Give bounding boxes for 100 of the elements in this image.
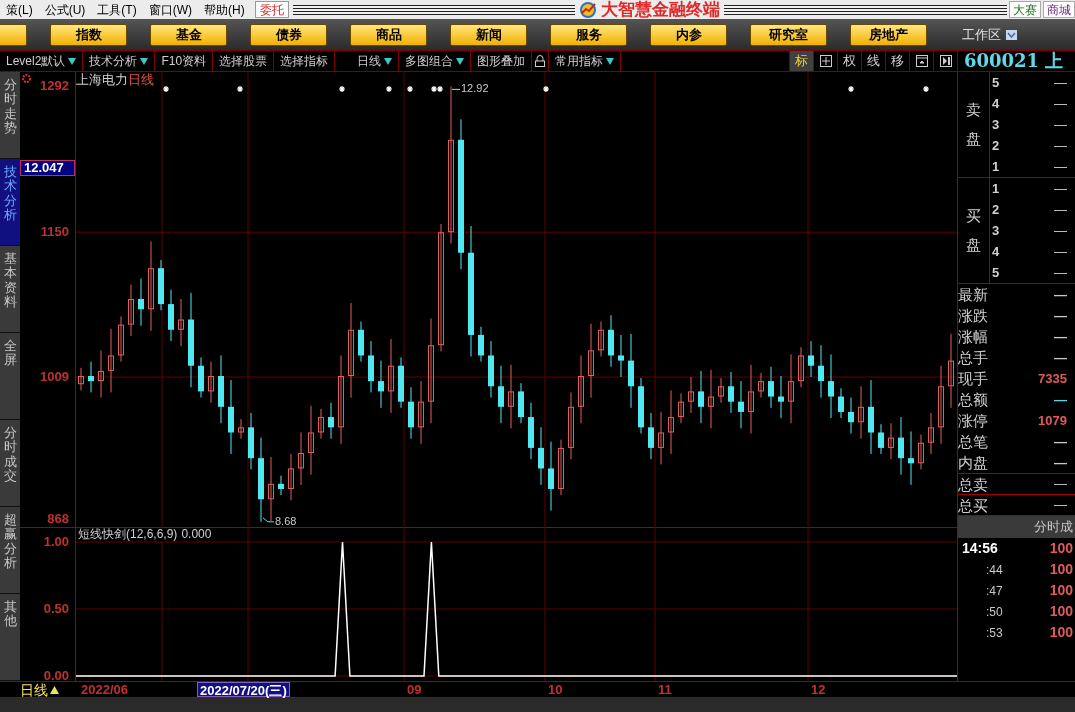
nav-button[interactable]: 基金 xyxy=(150,23,227,46)
candle xyxy=(88,361,94,393)
candle xyxy=(538,426,544,486)
candle xyxy=(208,361,214,404)
candle xyxy=(838,387,844,419)
toolbar-menu[interactable]: 图形叠加 xyxy=(471,51,533,71)
order-value: — xyxy=(1054,76,1067,89)
side-tab[interactable]: 基本资料 xyxy=(0,246,20,333)
candle xyxy=(268,456,274,522)
skip-end-icon xyxy=(939,55,952,67)
leader-line xyxy=(262,517,275,523)
stat-value: — xyxy=(1054,475,1067,494)
lock-icon[interactable] xyxy=(535,55,546,67)
chart-tool-button[interactable]: 标 xyxy=(789,51,813,71)
side-tab[interactable]: 分时成交 xyxy=(0,420,20,507)
candle xyxy=(748,364,754,434)
menu-item[interactable]: 策(L) xyxy=(0,0,39,19)
axis-label: 1.00 xyxy=(43,535,69,548)
candle xyxy=(688,376,694,414)
tick-time: :47 xyxy=(985,582,1003,600)
candle xyxy=(908,430,914,486)
axis-label: 868 xyxy=(47,512,69,525)
candle xyxy=(138,277,144,327)
nav-button[interactable]: 研究室 xyxy=(750,23,827,46)
trade-button[interactable]: 委托 xyxy=(254,1,289,18)
dropdown-icon[interactable] xyxy=(1006,29,1017,40)
dropdown-icon xyxy=(68,57,77,65)
candle xyxy=(128,284,134,337)
toolbar-menu[interactable]: F10资料 xyxy=(155,51,214,71)
candle xyxy=(238,418,244,440)
date-label: 11 xyxy=(657,682,672,697)
candle xyxy=(648,412,654,460)
order-value: — xyxy=(1054,182,1067,195)
nav-button[interactable]: 服务 xyxy=(550,23,627,46)
settings-icon[interactable] xyxy=(22,74,31,83)
candle xyxy=(178,298,184,347)
axis-label: 1009 xyxy=(40,370,69,383)
order-level: 1 xyxy=(992,160,1000,173)
nav-button[interactable]: 商品 xyxy=(350,23,427,46)
date-label: 12 xyxy=(810,682,826,697)
triangle-icon[interactable] xyxy=(50,685,59,694)
nav-button[interactable]: 新闻 xyxy=(450,23,527,46)
candle xyxy=(798,346,804,388)
menu-item[interactable]: 帮助(H) xyxy=(198,0,251,19)
candle xyxy=(198,357,204,399)
menu-item[interactable]: 工具(T) xyxy=(91,0,143,19)
toolbar-menu[interactable]: 常用指标 xyxy=(549,51,622,71)
side-tab[interactable]: 其他 xyxy=(0,594,20,681)
indicator-params: (12,6,6,9) xyxy=(126,528,178,541)
stat-label: 总卖 xyxy=(958,476,988,492)
candle xyxy=(488,340,494,399)
candle xyxy=(708,369,714,429)
stat-label: 涨停 xyxy=(958,413,988,428)
candle xyxy=(808,340,814,378)
side-tab[interactable]: 技术分析 xyxy=(0,159,20,246)
candle xyxy=(548,441,554,512)
candle xyxy=(518,382,524,424)
side-tab[interactable]: 全屏 xyxy=(0,333,20,420)
side-tab[interactable]: 超赢分析 xyxy=(0,507,20,594)
period-label[interactable]: 日线 xyxy=(20,682,48,697)
toolbar-menu[interactable]: 选择股票 xyxy=(213,51,275,71)
stat-label: 总笔 xyxy=(958,434,988,449)
axis-label: 1292 xyxy=(40,79,69,93)
toolbar-menu[interactable]: 日线 xyxy=(335,51,400,71)
header-button[interactable]: 商城 xyxy=(1043,1,1075,18)
nav-button[interactable]: 债券 xyxy=(250,23,327,46)
indicator-value: 0.000 xyxy=(181,528,212,541)
toolbar-menu[interactable]: Level2默认 xyxy=(0,51,84,71)
header-button[interactable]: 大赛 xyxy=(1009,1,1041,18)
dropdown-icon xyxy=(456,57,465,65)
order-value: — xyxy=(1054,118,1067,131)
menu-item[interactable]: 公式(U) xyxy=(38,0,92,19)
nav-button[interactable]: 内参 xyxy=(650,23,727,46)
signal-icon xyxy=(385,85,393,93)
toolbar-menu[interactable]: 多图组合 xyxy=(399,51,472,71)
signal-icon xyxy=(406,85,414,93)
stat-value: — xyxy=(1054,390,1067,409)
toolbar-menu[interactable]: 技术分析 xyxy=(83,51,156,71)
candle xyxy=(158,259,164,311)
chart-tool-button[interactable]: 权 xyxy=(837,51,861,71)
candle xyxy=(918,434,924,470)
stat-label: 总额 xyxy=(958,392,988,407)
candle xyxy=(888,422,894,460)
candle xyxy=(318,408,324,440)
chart-tool-button[interactable]: 线 xyxy=(861,51,885,71)
toolbar-menu[interactable]: 选择指标 xyxy=(274,51,336,71)
high-label: 12.92 xyxy=(461,83,489,95)
nav-button[interactable]: 房地产 xyxy=(850,23,927,46)
chart-title: 上海电力 xyxy=(76,72,128,88)
order-level: 3 xyxy=(992,224,1000,237)
tick-price: 100 xyxy=(1049,560,1073,579)
menu-item[interactable]: 窗口(W) xyxy=(142,0,198,19)
side-tab[interactable]: 分时走势 xyxy=(0,72,20,159)
panel-icon xyxy=(915,55,928,67)
chart-tool-button[interactable]: 移 xyxy=(885,51,909,71)
candle xyxy=(878,423,884,455)
stat-value: — xyxy=(1054,306,1067,325)
nav-button[interactable]: 指数 xyxy=(50,23,127,46)
workspace-label[interactable]: 工作区 xyxy=(962,24,1001,45)
signal-icon xyxy=(236,85,244,93)
